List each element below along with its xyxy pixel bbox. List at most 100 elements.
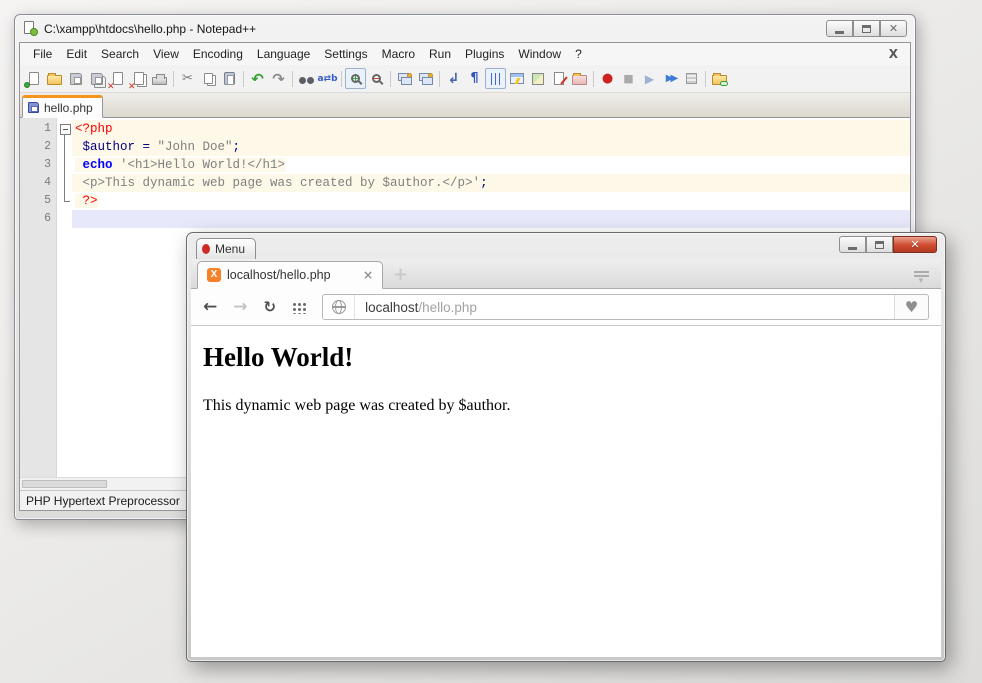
line-number: 2	[44, 140, 51, 153]
folder-as-workspace-icon[interactable]	[569, 68, 590, 89]
menubar-close-doc-button[interactable]: X	[883, 47, 904, 61]
restore-icon	[875, 240, 884, 249]
tab-close-icon[interactable]: ×	[363, 268, 373, 282]
fold-margin	[56, 118, 72, 477]
line-number: 4	[44, 176, 51, 189]
macro-run-multiple-icon[interactable]: ▶▶	[660, 68, 681, 89]
reload-button[interactable]: ↻	[264, 299, 277, 315]
document-map-icon[interactable]	[527, 68, 548, 89]
npp-menu-bar: File Edit Search View Encoding Language …	[20, 43, 910, 65]
redo-icon[interactable]: ↷	[268, 68, 289, 89]
copy-icon[interactable]	[198, 68, 219, 89]
save-all-icon[interactable]	[86, 68, 107, 89]
open-file-icon[interactable]	[44, 68, 65, 89]
paste-icon[interactable]	[219, 68, 240, 89]
sync-horizontal-scrolling-icon[interactable]	[415, 68, 436, 89]
menu-help[interactable]: ?	[568, 45, 589, 63]
forward-button[interactable]: →	[233, 298, 247, 316]
menu-settings[interactable]: Settings	[317, 45, 374, 63]
show-all-characters-icon[interactable]: ¶	[464, 68, 485, 89]
site-badge[interactable]	[323, 295, 356, 319]
macro-playback-icon[interactable]: ▶	[639, 68, 660, 89]
replace-icon[interactable]: a⇄b	[317, 68, 338, 89]
opera-tab-label: localhost/hello.php	[227, 268, 331, 282]
menu-encoding[interactable]: Encoding	[186, 45, 250, 63]
code-line-6-caret-line[interactable]	[72, 210, 910, 228]
macro-save-icon[interactable]	[681, 68, 702, 89]
code-line-4[interactable]: <p>This dynamic web page was created by …	[72, 174, 910, 192]
browser-page-content: Hello World! This dynamic web page was c…	[191, 326, 941, 657]
opera-navigation-toolbar: ← → ↻ localhost/hello.php ♥	[191, 289, 941, 326]
tab-localhost-hello-php[interactable]: X localhost/hello.php ×	[197, 261, 383, 289]
toolbar-separator	[593, 70, 594, 87]
undo-icon[interactable]: ↶	[247, 68, 268, 89]
npp-restore-button[interactable]	[853, 20, 880, 37]
npp-tab-bar: hello.php	[20, 93, 910, 118]
back-button[interactable]: ←	[203, 298, 217, 316]
toolbar-separator	[173, 70, 174, 87]
zoom-out-icon[interactable]: −	[366, 68, 387, 89]
npp-close-button[interactable]: ✕	[880, 20, 907, 37]
save-icon[interactable]	[65, 68, 86, 89]
close-all-files-icon[interactable]: ✕	[128, 68, 149, 92]
new-tab-button[interactable]: +	[393, 266, 408, 284]
opera-titlebar[interactable]: Menu ✕	[191, 233, 941, 259]
menu-edit[interactable]: Edit	[59, 45, 94, 63]
function-signature-icon[interactable]	[548, 68, 569, 89]
opera-restore-button[interactable]	[866, 236, 893, 253]
word-wrap-icon[interactable]: ↲	[443, 68, 464, 89]
menu-file[interactable]: File	[26, 45, 59, 63]
line-number: 5	[44, 194, 51, 207]
status-doc-type: PHP Hypertext Preprocessor	[26, 493, 180, 508]
menu-plugins[interactable]: Plugins	[458, 45, 511, 63]
speed-dial-icon[interactable]	[292, 300, 307, 314]
cut-icon[interactable]: ✂	[177, 68, 198, 89]
saved-floppy-icon	[28, 102, 39, 113]
heart-icon: ♥	[904, 298, 919, 316]
menu-search[interactable]: Search	[94, 45, 146, 63]
address-bar[interactable]: localhost/hello.php ♥	[322, 294, 929, 320]
scrollbar-thumb[interactable]	[22, 480, 107, 488]
url-text[interactable]: localhost/hello.php	[365, 300, 477, 315]
code-line-3[interactable]: echo '<h1>Hello World!</h1>	[72, 156, 910, 174]
opera-minimize-button[interactable]	[839, 236, 866, 253]
menu-language[interactable]: Language	[250, 45, 317, 63]
code-line-2[interactable]: $author = "John Doe";	[72, 138, 910, 156]
toolbar-separator	[292, 70, 293, 87]
minimize-icon	[835, 30, 844, 34]
zoom-in-icon[interactable]: +	[345, 68, 366, 89]
fold-line	[57, 174, 73, 192]
menu-view[interactable]: View	[146, 45, 186, 63]
tab-menu-icon[interactable]: ▼	[913, 269, 929, 285]
print-icon[interactable]	[149, 68, 170, 89]
new-file-icon[interactable]	[23, 68, 44, 89]
line-number-margin: 1 2 3 4 5 6	[20, 118, 56, 477]
opera-close-button[interactable]: ✕	[893, 236, 937, 253]
minimize-icon	[848, 246, 857, 250]
sync-vertical-scrolling-icon[interactable]	[394, 68, 415, 89]
menu-run[interactable]: Run	[422, 45, 458, 63]
show-indent-guide-icon[interactable]	[485, 68, 506, 89]
npp-minimize-button[interactable]	[826, 20, 853, 37]
user-defined-dialog-icon[interactable]	[506, 68, 527, 89]
opera-menu-button[interactable]: Menu	[196, 238, 257, 259]
npp-titlebar[interactable]: C:\xampp\htdocs\hello.php - Notepad++ ✕	[19, 15, 911, 42]
close-icon: ✕	[888, 22, 899, 35]
code-line-1[interactable]: <?php	[72, 120, 910, 138]
menu-macro[interactable]: Macro	[375, 45, 422, 63]
code-line-5[interactable]: ?>	[72, 192, 910, 210]
close-file-icon[interactable]: ✕	[107, 68, 128, 92]
page-heading: Hello World!	[203, 342, 354, 372]
opera-logo-icon	[202, 244, 210, 254]
folder-link-icon[interactable]	[709, 68, 730, 89]
menu-window[interactable]: Window	[511, 45, 568, 63]
toolbar-separator	[341, 70, 342, 87]
fold-collapse-box[interactable]	[57, 120, 73, 138]
fold-empty	[57, 210, 73, 228]
tab-hello-php[interactable]: hello.php	[22, 95, 103, 118]
bookmark-button[interactable]: ♥	[894, 295, 928, 319]
macro-record-icon[interactable]: ●	[597, 68, 618, 89]
opera-menu-label: Menu	[215, 242, 246, 256]
macro-stop-icon[interactable]: ■	[618, 68, 639, 89]
find-icon[interactable]	[296, 68, 317, 89]
